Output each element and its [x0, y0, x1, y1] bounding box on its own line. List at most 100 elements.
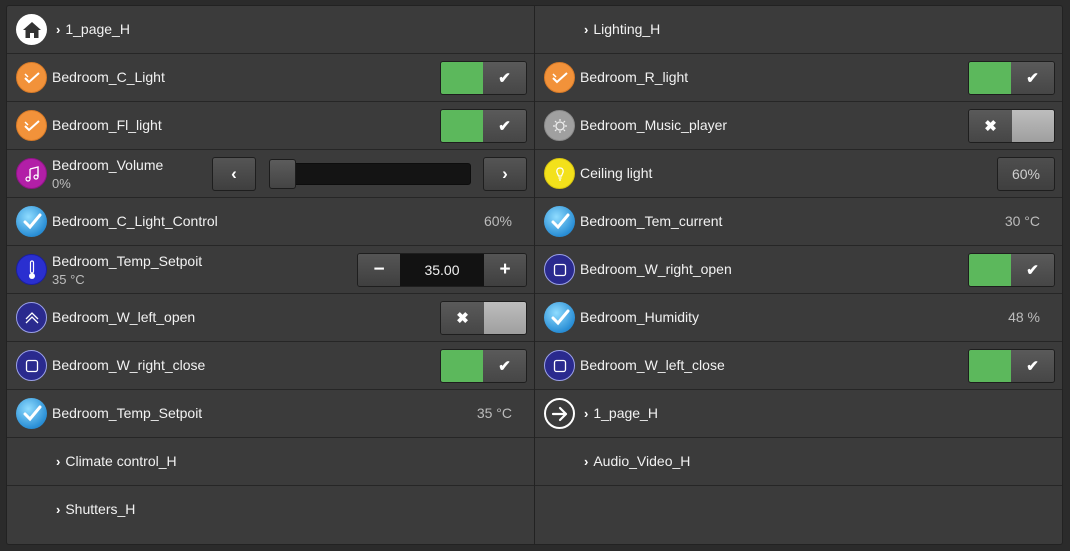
label-bedroom-w-right-close: Bedroom_W_right_close — [52, 357, 206, 373]
link-shutters-h[interactable]: › Shutters_H — [56, 501, 135, 517]
bulb-check-icon — [16, 62, 47, 93]
label-bedroom-tem-current: Bedroom_Tem_current — [580, 213, 723, 229]
bulb-check-icon — [16, 110, 47, 141]
label-bedroom-w-right-open: Bedroom_W_right_open — [580, 261, 732, 277]
row-bedroom-temp-setpoit: Bedroom_Temp_Setpoit 35 °C − 35.00 + — [7, 246, 534, 294]
check-icon: ✔ — [483, 62, 526, 94]
toggle-bedroom-w-left-open[interactable]: ✖ — [440, 301, 527, 335]
row-bedroom-w-left-open: Bedroom_W_left_open ✖ — [7, 294, 534, 342]
row-bedroom-fl-light: Bedroom_Fl_light ✔ — [7, 102, 534, 150]
music-note-icon — [16, 158, 47, 189]
row-bedroom-c-light: Bedroom_C_Light ✔ — [7, 54, 534, 102]
check-icon: ✔ — [483, 110, 526, 142]
label-ceiling-light: Ceiling light — [580, 165, 653, 181]
square-icon — [544, 254, 575, 285]
volume-slider-track[interactable] — [271, 163, 471, 185]
left-column: › 1_page_H Bedroom_C_Light ✔ Bedroom_Fl_… — [7, 6, 535, 544]
cross-icon: ✖ — [441, 302, 484, 334]
chevron-right-icon: › — [56, 453, 61, 469]
stepper-value[interactable]: 35.00 — [400, 254, 484, 286]
toggle-bedroom-w-left-close[interactable]: ✔ — [968, 349, 1055, 383]
temp-setpoit-stepper[interactable]: − 35.00 + — [357, 253, 527, 287]
volume-decrease-button[interactable]: ‹ — [212, 157, 256, 191]
chevron-right-icon: › — [584, 453, 589, 469]
link-lighting-h[interactable]: › Lighting_H — [584, 21, 660, 37]
chevron-up-icon — [16, 302, 47, 333]
label-bedroom-c-light-control: Bedroom_C_Light_Control — [52, 213, 218, 229]
home-icon[interactable] — [16, 14, 47, 45]
chevron-right-icon: › — [584, 21, 589, 37]
toggle-bedroom-w-right-open[interactable]: ✔ — [968, 253, 1055, 287]
label-bedroom-volume: Bedroom_Volume — [52, 157, 164, 173]
row-ceiling-light: Ceiling light 60% — [535, 150, 1062, 198]
toggle-bedroom-w-right-close[interactable]: ✔ — [440, 349, 527, 383]
value-bedroom-humidity: 48 % — [1008, 309, 1040, 325]
check-badge-icon — [16, 398, 47, 429]
row-bedroom-tem-current: Bedroom_Tem_current 30 °C — [535, 198, 1062, 246]
row-page-link: › 1_page_H — [535, 390, 1062, 438]
value-bedroom-c-light-control: 60% — [483, 213, 512, 229]
label-bedroom-humidity: Bedroom_Humidity — [580, 309, 700, 325]
label-bedroom-w-left-open: Bedroom_W_left_open — [52, 309, 196, 325]
row-bedroom-music-player: Bedroom_Music_player ✖ — [535, 102, 1062, 150]
square-icon — [544, 350, 575, 381]
row-bedroom-w-right-close: Bedroom_W_right_close ✔ — [7, 342, 534, 390]
thermometer-icon — [16, 254, 47, 285]
plus-button[interactable]: + — [484, 254, 526, 286]
link-climate-control-h[interactable]: › Climate control_H — [56, 453, 177, 469]
volume-increase-button[interactable]: › — [483, 157, 527, 191]
label-bedroom-temp-setpoit-2: Bedroom_Temp_Setpoit — [52, 405, 203, 421]
ceiling-light-dimmer-button[interactable]: 60% — [997, 157, 1055, 191]
value-bedroom-tem-current: 30 °C — [1004, 213, 1040, 229]
music-player-icon — [544, 110, 575, 141]
chevron-right-icon: › — [584, 405, 589, 421]
toggle-bedroom-fl-light[interactable]: ✔ — [440, 109, 527, 143]
label-bedroom-temp-setpoit: Bedroom_Temp_Setpoit — [52, 253, 203, 269]
label-bedroom-music-player: Bedroom_Music_player — [580, 117, 728, 133]
arrow-right-icon[interactable] — [544, 398, 575, 429]
label-bedroom-r-light: Bedroom_R_light — [580, 69, 689, 85]
row-empty — [535, 486, 1062, 535]
label-bedroom-w-left-close: Bedroom_W_left_close — [580, 357, 725, 373]
row-lighting: › Lighting_H — [535, 6, 1062, 54]
link-1-page-h[interactable]: › 1_page_H — [56, 21, 130, 37]
bulb-check-icon — [544, 62, 575, 93]
check-icon: ✔ — [1011, 350, 1054, 382]
row-home: › 1_page_H — [7, 6, 534, 54]
row-bedroom-w-left-close: Bedroom_W_left_close ✔ — [535, 342, 1062, 390]
row-shutters: › Shutters_H — [7, 486, 534, 535]
row-bedroom-w-right-open: Bedroom_W_right_open ✔ — [535, 246, 1062, 294]
temp-setpoit-value: 35 °C — [52, 272, 85, 287]
row-bedroom-c-light-control: Bedroom_C_Light_Control 60% — [7, 198, 534, 246]
check-icon: ✔ — [1011, 254, 1054, 286]
value-bedroom-temp-setpoit-2: 35 °C — [476, 405, 512, 421]
check-badge-icon — [544, 206, 575, 237]
toggle-bedroom-music-player[interactable]: ✖ — [968, 109, 1055, 143]
link-audio-video-h[interactable]: › Audio_Video_H — [584, 453, 690, 469]
check-badge-icon — [16, 206, 47, 237]
chevron-left-icon: ‹ — [231, 164, 237, 183]
chevron-right-icon: › — [502, 164, 508, 183]
row-climate-control: › Climate control_H — [7, 438, 534, 486]
chevron-right-icon: › — [56, 21, 61, 37]
row-bedroom-volume: Bedroom_Volume 0% ‹ › — [7, 150, 534, 198]
bulb-icon — [544, 158, 575, 189]
control-panel: › 1_page_H Bedroom_C_Light ✔ Bedroom_Fl_… — [7, 6, 1062, 544]
label-bedroom-fl-light: Bedroom_Fl_light — [52, 117, 162, 133]
toggle-bedroom-r-light[interactable]: ✔ — [968, 61, 1055, 95]
check-icon: ✔ — [483, 350, 526, 382]
cross-icon: ✖ — [969, 110, 1012, 142]
right-column: › Lighting_H Bedroom_R_light ✔ Bedroom_M… — [535, 6, 1062, 544]
row-bedroom-humidity: Bedroom_Humidity 48 % — [535, 294, 1062, 342]
volume-slider-thumb[interactable] — [269, 159, 296, 189]
chevron-right-icon: › — [56, 501, 61, 517]
label-bedroom-c-light: Bedroom_C_Light — [52, 69, 165, 85]
minus-button[interactable]: − — [358, 254, 400, 286]
check-icon: ✔ — [1011, 62, 1054, 94]
toggle-bedroom-c-light[interactable]: ✔ — [440, 61, 527, 95]
square-icon — [16, 350, 47, 381]
row-audio-video: › Audio_Video_H — [535, 438, 1062, 486]
link-1-page-h-right[interactable]: › 1_page_H — [584, 405, 658, 421]
check-badge-icon — [544, 302, 575, 333]
volume-value: 0% — [52, 176, 71, 191]
